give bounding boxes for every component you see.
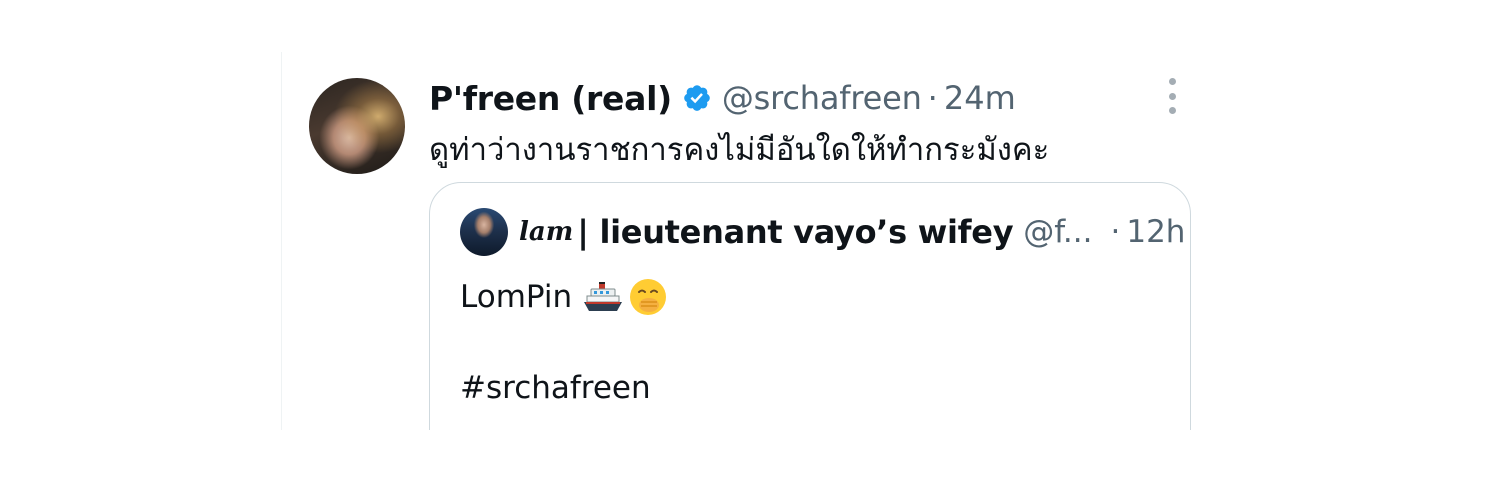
quoted-author-handle: @f... [1023,214,1093,250]
separator-dot: · [1110,214,1121,250]
verified-badge-icon [682,83,712,113]
separator-dot: · [927,79,938,117]
quoted-tweet[interactable]: lam | lieutenant vayo’s wifey @f... · 12… [429,182,1191,430]
tweet-timestamp[interactable]: 24m [944,79,1016,117]
quoted-tweet-header: lam | lieutenant vayo’s wifey @f... · 12… [519,209,1185,255]
quoted-tweet-text-content: LomPin [460,279,573,315]
quoted-tweet-hashtag[interactable]: #srchafreen [460,370,651,406]
more-options-icon[interactable] [1157,78,1187,114]
author-display-name[interactable]: P'freen (real) [429,79,672,118]
author-handle[interactable]: @srchafreen [722,79,922,117]
tweet[interactable]: P'freen (real) @srchafreen · 24m ดูท่าว่… [281,52,1222,430]
quoted-author-display-name: | lieutenant vayo’s wifey [577,213,1014,251]
tweet-text: ดูท่าว่างานราชการคงไม่มีอันใดให้ทำกระมัง… [429,132,1050,168]
quoted-tweet-text: LomPin [460,275,668,319]
author-avatar[interactable] [309,78,405,174]
hand-over-mouth-emoji-icon [628,277,668,317]
quoted-author-avatar[interactable] [460,208,508,256]
quoted-tweet-timestamp: 12h [1126,214,1186,250]
quoted-author-script-name: lam [519,217,574,247]
ship-emoji-icon [582,278,624,316]
tweet-header: P'freen (real) @srchafreen · 24m [429,76,1016,120]
